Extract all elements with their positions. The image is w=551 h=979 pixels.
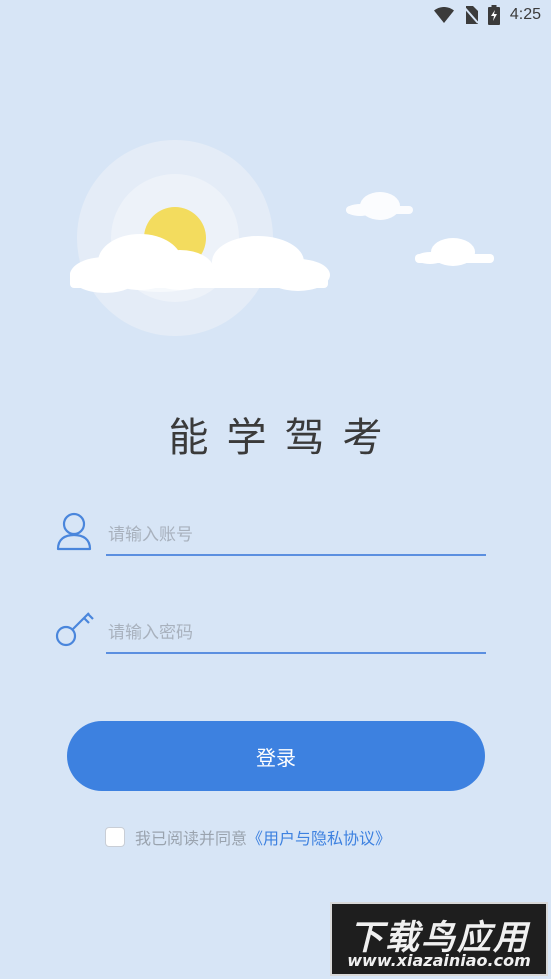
password-field-row <box>55 608 486 656</box>
status-icons: 4:25 <box>433 4 541 26</box>
agreement-checkbox[interactable] <box>105 827 125 847</box>
battery-charging-icon <box>487 5 500 25</box>
wifi-icon <box>433 7 454 23</box>
privacy-agreement-link[interactable]: 《用户与隐私协议》 <box>247 825 391 849</box>
weather-illustration <box>70 140 494 336</box>
no-sim-icon <box>463 6 478 24</box>
account-input[interactable] <box>106 516 486 556</box>
watermark-logo: 下载鸟应用 www.xiazainiao.com <box>330 902 548 976</box>
status-time: 4:25 <box>509 6 541 23</box>
key-icon <box>55 612 94 647</box>
status-bar: 4:25 <box>0 0 551 30</box>
app-title: 能学驾考 <box>168 415 401 461</box>
agreement-row: 我已阅读并同意 《用户与隐私协议》 <box>105 826 391 848</box>
agreement-text: 我已阅读并同意 <box>135 829 248 848</box>
account-field-row <box>55 510 486 558</box>
login-button[interactable]: 登录 <box>67 721 485 791</box>
watermark-url: www.xiazainiao.com <box>347 951 531 970</box>
password-input[interactable] <box>106 614 486 654</box>
user-icon <box>56 512 92 551</box>
